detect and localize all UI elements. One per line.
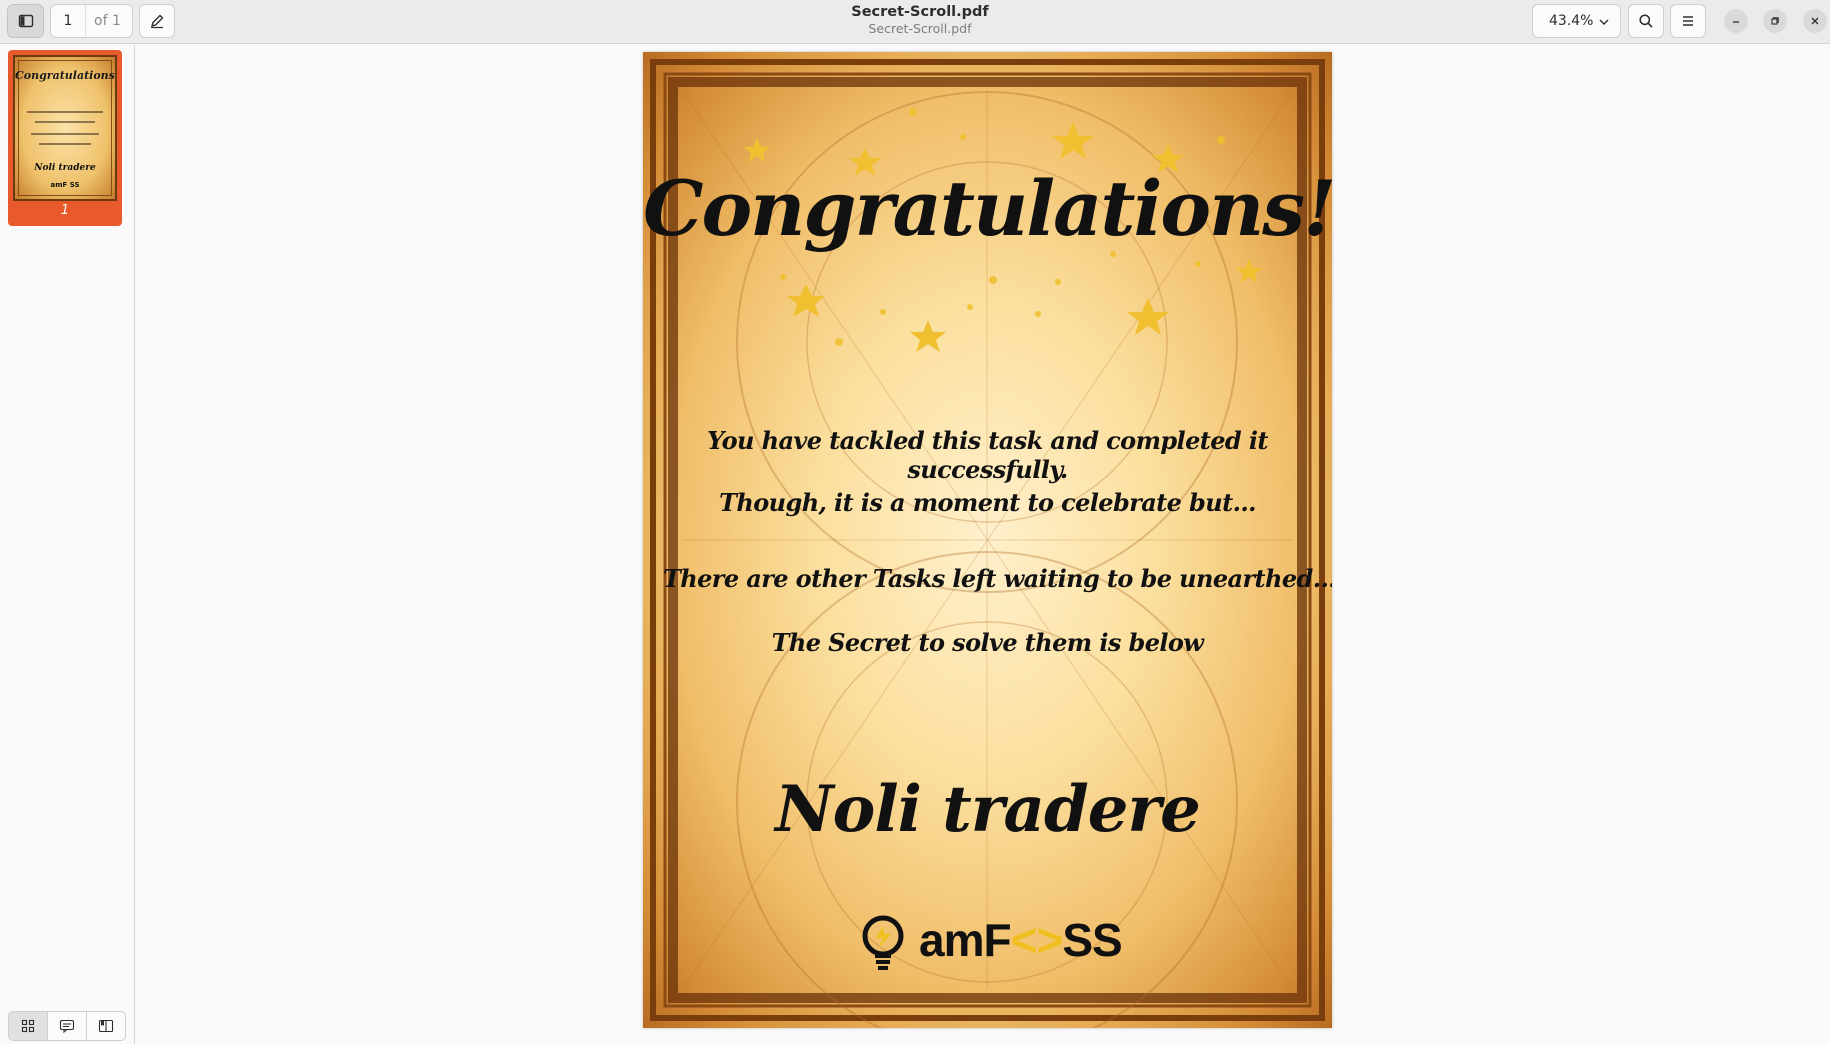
search-icon <box>1639 14 1653 28</box>
restore-icon <box>1771 17 1779 25</box>
chevron-down-icon <box>1599 19 1609 25</box>
page-thumbnail-selected[interactable]: Congratulations! Noli tradere amF SS 1 <box>8 50 122 226</box>
window-title-group: Secret-Scroll.pdf Secret-Scroll.pdf <box>720 3 1120 36</box>
header-bar: 1 of 1 Secret-Scroll.pdf Secret-Scroll.p… <box>0 0 1830 44</box>
pdf-page: Congratulations! You have tackled this t… <box>643 52 1332 1028</box>
thumbnail-sidebar: Congratulations! Noli tradere amF SS 1 <box>0 45 135 1044</box>
grid-icon <box>21 1019 35 1033</box>
certificate-line-2: Though, it is a moment to celebrate but.… <box>719 488 1256 517</box>
restore-button[interactable] <box>1763 9 1787 33</box>
thumbnail-image: Congratulations! Noli tradere amF SS <box>13 55 117 201</box>
thumbnail-text-line <box>39 143 91 145</box>
thumbnail-title: Congratulations! <box>15 69 117 82</box>
amfoss-logo: amF<>SS <box>919 910 1123 970</box>
certificate-line-1: You have tackled this task and completed… <box>707 426 1268 484</box>
thumbnail-page-number: 1 <box>60 203 70 218</box>
minimize-icon <box>1733 21 1739 23</box>
page-count-label: of 1 <box>94 13 121 29</box>
logo-diamond-icon: <> <box>1010 914 1064 966</box>
close-icon <box>1811 17 1819 25</box>
bookmark-icon <box>98 1019 114 1033</box>
main-menu-button[interactable] <box>1670 4 1706 38</box>
page-number-field[interactable]: 1 of 1 <box>50 4 133 38</box>
zoom-value: 43.4% <box>1549 13 1594 29</box>
sidebar-toggle-button[interactable] <box>7 4 44 38</box>
certificate-title: Congratulations! <box>643 164 1332 253</box>
thumbnail-logo: amF SS <box>50 181 80 189</box>
page-current-input[interactable]: 1 <box>51 5 86 37</box>
thumbnail-text-line <box>31 133 99 135</box>
sidebar-view-switcher <box>8 1011 126 1041</box>
thumbnail-signature: Noli tradere <box>34 163 96 173</box>
pencil-icon <box>151 14 164 29</box>
annotation-icon <box>59 1019 75 1033</box>
thumbnails-view-button[interactable] <box>8 1011 48 1041</box>
window-subtitle: Secret-Scroll.pdf <box>868 21 972 36</box>
window-title: Secret-Scroll.pdf <box>851 4 989 20</box>
secret-phrase: Noli tradere <box>775 772 1201 847</box>
document-view[interactable]: Congratulations! You have tackled this t… <box>136 45 1830 1044</box>
hamburger-menu-icon <box>1683 16 1693 26</box>
logo-text-suffix: SS <box>1062 914 1122 966</box>
certificate-line-4: The Secret to solve them is below <box>771 628 1204 657</box>
zoom-dropdown[interactable]: 43.4% <box>1532 4 1621 38</box>
logo-text-prefix: amF <box>919 914 1012 966</box>
annotate-button[interactable] <box>139 4 175 38</box>
annotations-view-button[interactable] <box>47 1011 87 1041</box>
thumbnail-text-line <box>35 121 95 123</box>
thumbnail-text-line <box>27 111 103 113</box>
sidebar-toggle-icon <box>18 14 33 28</box>
certificate-line-3: There are other Tasks left waiting to be… <box>663 564 1332 593</box>
minimize-button[interactable] <box>1724 9 1748 33</box>
search-button[interactable] <box>1628 4 1664 38</box>
bookmarks-view-button[interactable] <box>86 1011 126 1041</box>
close-button[interactable] <box>1803 9 1827 33</box>
